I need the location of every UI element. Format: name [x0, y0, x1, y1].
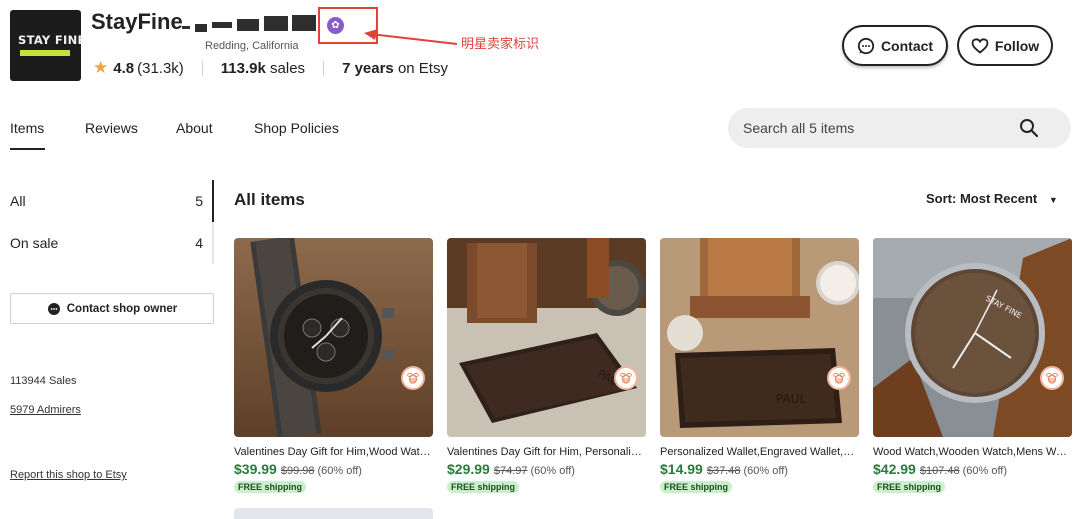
category-count: 4 — [195, 235, 203, 251]
rating-value: 4.8 — [113, 59, 135, 77]
free-shipping-badge: FREE shipping — [873, 481, 945, 493]
category-label: On sale — [10, 235, 59, 251]
chat-icon — [857, 37, 875, 55]
listing-original-price: $99.98 — [280, 465, 315, 477]
listing-discount: (60% off) — [317, 465, 362, 477]
stats-divider — [323, 60, 325, 76]
caret-down-icon: ▼ — [1048, 195, 1058, 205]
shop-stats: ★ 4.8 (31.3k) 113.9k sales 7 years on Et… — [93, 58, 448, 78]
sort-dropdown[interactable]: Sort: Most Recent ▼ — [926, 191, 1058, 206]
category-count: 5 — [195, 193, 203, 209]
shop-logo[interactable]: STAY FINE — [10, 10, 81, 81]
chat-icon — [47, 302, 61, 316]
search-input[interactable] — [743, 120, 1003, 136]
category-label: All — [10, 193, 26, 209]
listing-price: $14.99 — [660, 461, 703, 477]
shop-admirers-link[interactable]: 5979 Admirers — [10, 404, 81, 416]
free-shipping-badge: FREE shipping — [660, 481, 732, 493]
listing-price-line: $29.99 $74.97 (60% off) — [447, 461, 646, 477]
listing-title[interactable]: Valentines Day Gift for Him,Wood Watch,M… — [234, 446, 433, 458]
annotation-arrow-icon — [364, 29, 458, 45]
logo-text: STAY FINE — [18, 33, 81, 47]
listing-original-price: $37.48 — [706, 465, 741, 477]
tab-items[interactable]: Items — [10, 120, 44, 136]
years-value: 7 years — [342, 59, 394, 77]
sidebar-category-on-sale[interactable]: On sale 4 — [10, 235, 203, 251]
listing-image[interactable] — [234, 238, 433, 437]
annotation-label: 明星卖家标识 — [461, 36, 540, 51]
tab-about[interactable]: About — [176, 120, 213, 136]
shop-name: StayFine — [91, 9, 183, 34]
listing-price: $39.99 — [234, 461, 277, 477]
listing-card[interactable]: STAY FINE Wood Watch,Wooden Watch,Mens W… — [873, 238, 1072, 495]
stats-divider — [201, 60, 203, 76]
listing-title[interactable]: Personalized Wallet,Engraved Wallet,Mens… — [660, 446, 859, 458]
listing-card[interactable]: PAUL Personalized Wallet,Engraved Wallet… — [660, 238, 859, 495]
bee-icon — [1040, 366, 1064, 390]
svg-text:PAUL: PAUL — [776, 392, 806, 406]
listing-image[interactable]: PAUL — [447, 238, 646, 437]
shop-sales-count: 113944 Sales — [10, 375, 77, 387]
shop-search[interactable] — [728, 108, 1071, 148]
listing-image[interactable]: STAY FINE — [873, 238, 1072, 437]
contact-shop-owner-button[interactable]: Contact shop owner — [10, 293, 214, 324]
follow-button-label: Follow — [994, 37, 1040, 54]
listing-discount: (60% off) — [962, 465, 1008, 477]
listing-price-line: $14.99 $37.48 (60% off) — [660, 461, 859, 477]
tab-shop-policies[interactable]: Shop Policies — [254, 120, 339, 136]
years-label: on Etsy — [397, 59, 448, 77]
tab-reviews[interactable]: Reviews — [85, 120, 138, 136]
listing-price-line: $42.99 $107.48 (60% off) — [873, 461, 1072, 477]
shop-location: Redding, California — [205, 40, 299, 52]
follow-button[interactable]: Follow — [957, 25, 1053, 66]
listing-price: $29.99 — [447, 461, 490, 477]
contact-button-label: Contact — [880, 37, 934, 54]
sidebar-category-all[interactable]: All 5 — [10, 193, 203, 209]
sidebar-active-indicator — [212, 180, 214, 222]
redacted-shop-name — [182, 12, 317, 34]
free-shipping-badge: FREE shipping — [447, 481, 519, 493]
report-shop-link[interactable]: Report this shop to Etsy — [10, 469, 127, 481]
sort-value: Most Recent — [959, 191, 1038, 206]
listing-price-line: $39.99 $99.98 (60% off) — [234, 461, 433, 477]
listing-original-price: $107.48 — [919, 465, 960, 477]
sales-value: 113.9k — [220, 59, 266, 77]
listing-discount: (60% off) — [743, 465, 788, 477]
free-shipping-badge: FREE shipping — [234, 481, 306, 493]
next-listing-image-peek[interactable] — [234, 508, 433, 519]
section-title: All items — [234, 190, 305, 209]
bee-icon — [401, 366, 425, 390]
sort-label: Sort: — [926, 191, 957, 206]
listing-image[interactable]: PAUL — [660, 238, 859, 437]
listing-original-price: $74.97 — [493, 465, 528, 477]
sales-label: sales — [270, 59, 306, 77]
active-tab-indicator — [10, 148, 45, 150]
rating-star-icon: ★ — [93, 58, 109, 77]
listing-title[interactable]: Wood Watch,Wooden Watch,Mens Watch,Gift … — [873, 446, 1072, 458]
search-icon[interactable] — [1019, 118, 1039, 141]
bee-icon — [614, 366, 638, 390]
heart-icon — [971, 37, 989, 54]
logo-underline — [20, 50, 70, 56]
listing-title[interactable]: Valentines Day Gift for Him, Personalize… — [447, 446, 646, 458]
listing-card[interactable]: Valentines Day Gift for Him,Wood Watch,M… — [234, 238, 433, 495]
listing-card[interactable]: PAUL Valentines Day Gift for Him, Person… — [447, 238, 646, 495]
bee-icon — [827, 366, 851, 390]
contact-button[interactable]: Contact — [842, 25, 948, 66]
rating-count[interactable]: (31.3k) — [137, 60, 184, 77]
listing-discount: (60% off) — [530, 465, 575, 477]
listing-price: $42.99 — [873, 461, 916, 477]
contact-shop-owner-label: Contact shop owner — [66, 302, 178, 315]
